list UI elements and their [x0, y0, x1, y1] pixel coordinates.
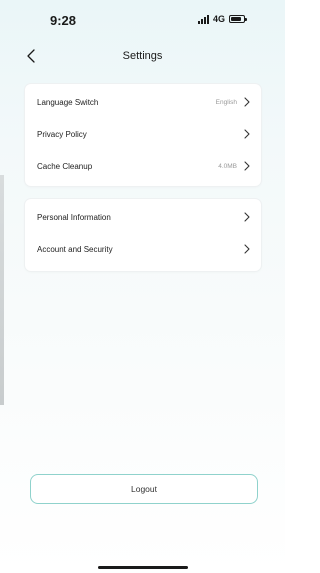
row-label: Personal Information [37, 212, 111, 222]
status-indicators: 4G [197, 14, 247, 24]
row-personal-information[interactable]: Personal Information [25, 201, 261, 233]
signal-icon [197, 14, 209, 24]
home-indicator [98, 566, 188, 569]
status-time: 9:28 [50, 13, 77, 28]
settings-group-general: Language Switch English Privacy Policy C… [25, 84, 261, 186]
row-account-security[interactable]: Account and Security [25, 233, 261, 265]
logout-button[interactable]: Logout [30, 474, 258, 504]
chevron-right-icon [244, 244, 250, 254]
nav-bar: Settings [0, 44, 285, 68]
chevron-right-icon [244, 129, 250, 139]
row-value: English [215, 98, 237, 106]
battery-icon [229, 15, 247, 23]
settings-group-account: Personal Information Account and Securit… [25, 199, 261, 271]
row-privacy-policy[interactable]: Privacy Policy [25, 118, 261, 150]
row-language-switch[interactable]: Language Switch English [25, 86, 261, 118]
settings-screen: 9:28 4G Settings Language Switch English [0, 0, 285, 573]
row-value: 4.0MB [218, 162, 237, 170]
network-type: 4G [212, 14, 225, 24]
row-label: Account and Security [37, 244, 113, 254]
row-label: Privacy Policy [37, 129, 87, 139]
chevron-right-icon [244, 97, 250, 107]
row-label: Language Switch [37, 97, 99, 107]
page-title: Settings [122, 50, 163, 62]
background-edge [0, 175, 4, 405]
chevron-right-icon [244, 161, 250, 171]
row-label: Cache Cleanup [37, 161, 93, 171]
row-cache-cleanup[interactable]: Cache Cleanup 4.0MB [25, 150, 261, 182]
status-bar: 9:28 4G [0, 0, 285, 40]
chevron-right-icon [244, 212, 250, 222]
